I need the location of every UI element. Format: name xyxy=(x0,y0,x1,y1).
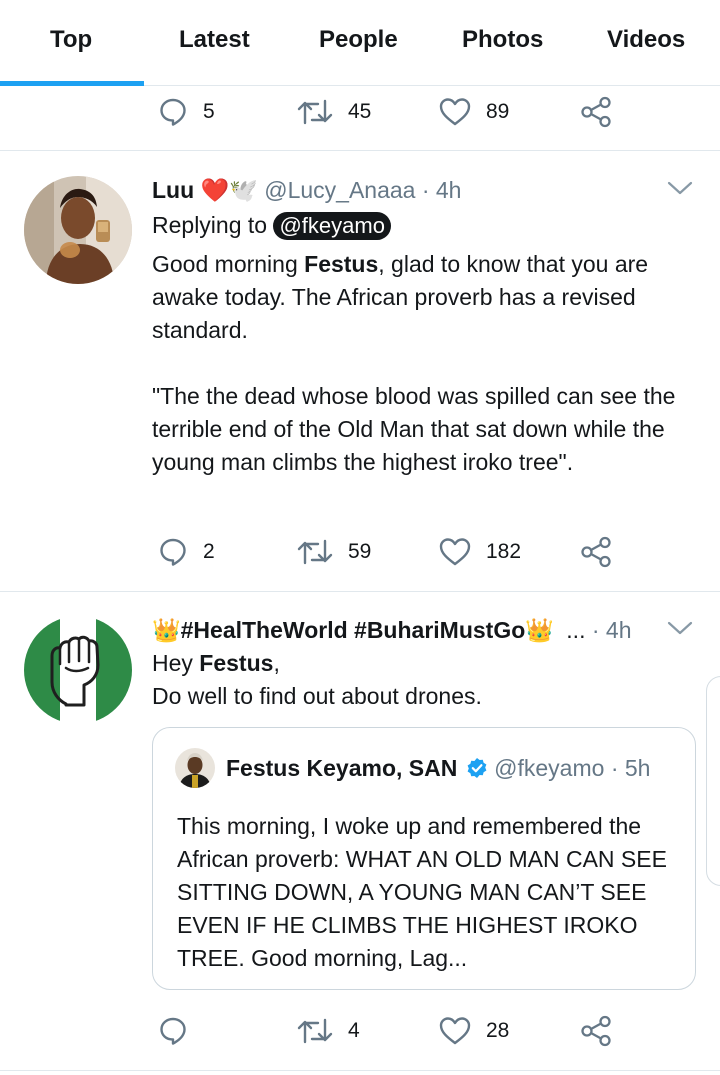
share-icon xyxy=(581,536,611,568)
reply-count: 2 xyxy=(203,540,215,563)
author-name[interactable]: Luu xyxy=(152,177,194,203)
tweet-text-line2: Do well to find out about drones. xyxy=(152,683,482,709)
tweet-time: · 4h xyxy=(421,177,462,203)
tab-people[interactable]: People xyxy=(319,26,398,54)
tweet-text-bold: Festus xyxy=(199,650,274,676)
quote-header: Festus Keyamo, SAN @fkeyamo · 5h xyxy=(226,752,650,785)
retweet-icon xyxy=(297,539,333,565)
verified-badge-icon xyxy=(467,758,487,778)
quote-avatar[interactable] xyxy=(175,748,215,788)
name-emoji: ❤️🕊️ xyxy=(200,177,258,203)
like-count: 28 xyxy=(486,1019,510,1042)
quote-author-name[interactable]: Festus Keyamo, SAN xyxy=(226,755,457,781)
heart-icon xyxy=(439,1017,471,1045)
author-name[interactable]: 👑#HealTheWorld #BuhariMustGo👑 xyxy=(152,617,554,643)
tweet-text-b: , xyxy=(273,650,280,676)
tweet-header: Luu ❤️🕊️ @Lucy_Anaaa · 4h xyxy=(152,174,697,207)
scroll-handle[interactable] xyxy=(706,676,720,886)
like-button[interactable]: 89 xyxy=(438,92,509,132)
replying-prefix: Replying to xyxy=(152,212,268,238)
replying-mention[interactable]: @fkeyamo xyxy=(273,212,391,240)
share-icon xyxy=(581,96,611,128)
heart-icon xyxy=(439,98,471,126)
avatar[interactable] xyxy=(24,616,132,724)
reply-icon xyxy=(160,1017,186,1045)
like-button[interactable]: 28 xyxy=(438,1011,509,1051)
quote-author-handle[interactable]: @fkeyamo xyxy=(494,755,604,781)
reply-button[interactable]: 5 xyxy=(157,92,215,132)
prev-tweet-actions: 5 45 89 xyxy=(0,92,720,132)
share-button[interactable] xyxy=(580,532,612,572)
search-tabs: Top Latest People Photos Videos xyxy=(0,0,720,86)
retweet-button[interactable]: 59 xyxy=(296,532,371,572)
avatar[interactable] xyxy=(24,176,132,284)
retweet-icon xyxy=(297,1018,333,1044)
active-tab-indicator xyxy=(0,81,144,86)
tweet-divider xyxy=(0,591,720,592)
tweet-divider xyxy=(0,1070,720,1071)
tweet[interactable]: Luu ❤️🕊️ @Lucy_Anaaa · 4h Replying to @f… xyxy=(152,174,697,479)
share-button[interactable] xyxy=(580,1011,612,1051)
retweet-button[interactable]: 45 xyxy=(296,92,371,132)
retweet-count: 4 xyxy=(348,1019,360,1042)
tweet-text-quote: "The the dead whose blood was spilled ca… xyxy=(152,383,676,475)
tweet[interactable]: 👑#HealTheWorld #BuhariMustGo👑 ... · 4h H… xyxy=(152,614,697,713)
chevron-down-icon[interactable] xyxy=(666,178,694,198)
tweet-divider xyxy=(0,150,720,151)
quote-time: · 5h xyxy=(610,755,651,781)
tweet-text-bold: Festus xyxy=(304,251,379,277)
reply-icon xyxy=(160,538,186,566)
tweet-text: Good morning Festus, glad to know that y… xyxy=(152,248,697,347)
tweet-text-line1: Hey Festus, xyxy=(152,647,697,680)
retweet-button[interactable]: 4 xyxy=(296,1011,360,1051)
tweet-actions: 2 59 182 xyxy=(0,532,720,572)
reply-button[interactable]: 2 xyxy=(157,532,215,572)
tweet-time: · 4h xyxy=(591,617,632,643)
replying-to: Replying to @fkeyamo xyxy=(152,209,697,242)
retweet-count: 45 xyxy=(348,100,372,123)
quote-text: This morning, I woke up and remembered t… xyxy=(177,813,667,971)
share-button[interactable] xyxy=(580,92,612,132)
author-handle[interactable]: @Lucy_Anaaa xyxy=(264,177,415,203)
tab-latest[interactable]: Latest xyxy=(179,26,250,54)
like-count: 182 xyxy=(486,540,522,563)
heart-icon xyxy=(439,538,471,566)
reply-button[interactable] xyxy=(157,1011,189,1051)
name-ellipsis: ... xyxy=(566,617,586,643)
tab-videos[interactable]: Videos xyxy=(607,26,685,54)
share-icon xyxy=(581,1015,611,1047)
tweet-text-a: Good morning xyxy=(152,251,305,277)
tab-photos[interactable]: Photos xyxy=(462,26,543,54)
retweet-count: 59 xyxy=(348,540,372,563)
quoted-tweet[interactable]: Festus Keyamo, SAN @fkeyamo · 5h This mo… xyxy=(152,727,696,990)
reply-icon xyxy=(160,98,186,126)
tab-top[interactable]: Top xyxy=(50,26,92,54)
retweet-icon xyxy=(297,99,333,125)
reply-count: 5 xyxy=(203,100,215,123)
tweet-text-a: Hey xyxy=(152,650,200,676)
chevron-down-icon[interactable] xyxy=(666,618,694,638)
like-count: 89 xyxy=(486,100,510,123)
like-button[interactable]: 182 xyxy=(438,532,521,572)
tweet-header: 👑#HealTheWorld #BuhariMustGo👑 ... · 4h xyxy=(152,614,697,647)
tweet-actions: 4 28 xyxy=(0,1011,720,1051)
